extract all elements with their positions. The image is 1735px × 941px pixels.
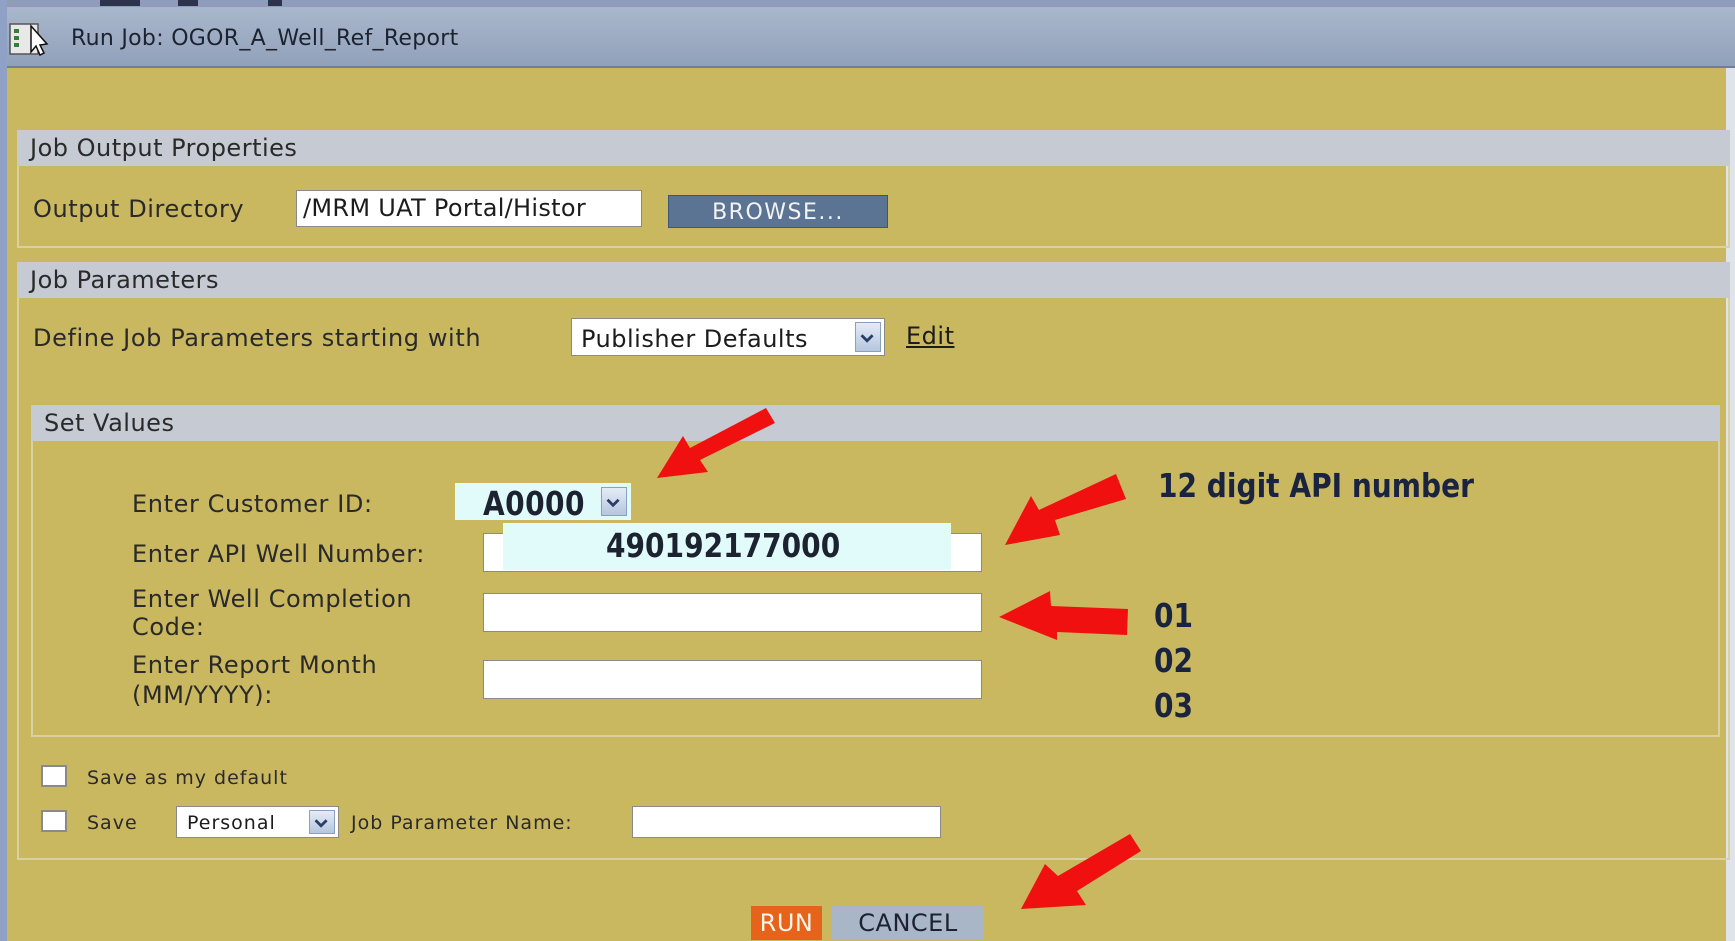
arrow-to-api-number: [1005, 474, 1126, 545]
arrow-to-completion-code: [999, 591, 1128, 640]
annotation-arrows: [657, 408, 1141, 909]
arrow-to-run-button: [1021, 834, 1141, 909]
run-job-dialog: Run Job: OGOR_A_Well_Ref_Report Job Outp…: [0, 0, 1735, 941]
arrow-to-customer-id: [657, 408, 775, 478]
